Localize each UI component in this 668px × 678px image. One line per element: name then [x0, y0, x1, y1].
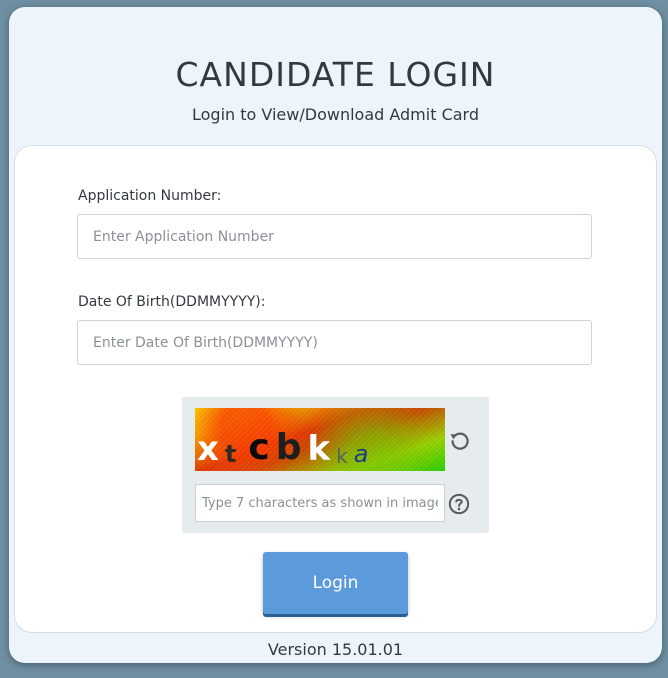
- page-title: CANDIDATE LOGIN: [175, 55, 496, 94]
- dob-input[interactable]: [77, 320, 592, 365]
- captcha-char: a: [353, 440, 369, 468]
- login-button[interactable]: Login: [263, 552, 408, 614]
- page-subtitle: Login to View/Download Admit Card: [191, 105, 479, 124]
- login-form-panel: Application Number: Date Of Birth(DDMMYY…: [14, 145, 657, 633]
- application-number-label: Application Number:: [78, 188, 222, 204]
- captcha-characters: x t c b k k a: [195, 414, 374, 469]
- version-text: Version 15.01.01: [267, 640, 404, 659]
- captcha-char: x: [197, 429, 219, 469]
- captcha-char: b: [275, 427, 302, 468]
- captcha-char: c: [248, 427, 270, 468]
- captcha-char: t: [224, 440, 237, 468]
- captcha-char: k: [307, 429, 331, 469]
- captcha-input[interactable]: [195, 484, 445, 522]
- captcha-char: k: [336, 444, 348, 468]
- help-circle-icon[interactable]: [448, 493, 470, 515]
- refresh-icon[interactable]: [448, 428, 472, 452]
- login-card: CANDIDATE LOGIN Login to View/Download A…: [9, 7, 662, 663]
- application-number-input[interactable]: [77, 214, 592, 259]
- dob-label: Date Of Birth(DDMMYYYY):: [78, 294, 266, 310]
- captcha-container: x t c b k k a: [182, 397, 489, 533]
- captcha-image: x t c b k k a: [195, 408, 445, 471]
